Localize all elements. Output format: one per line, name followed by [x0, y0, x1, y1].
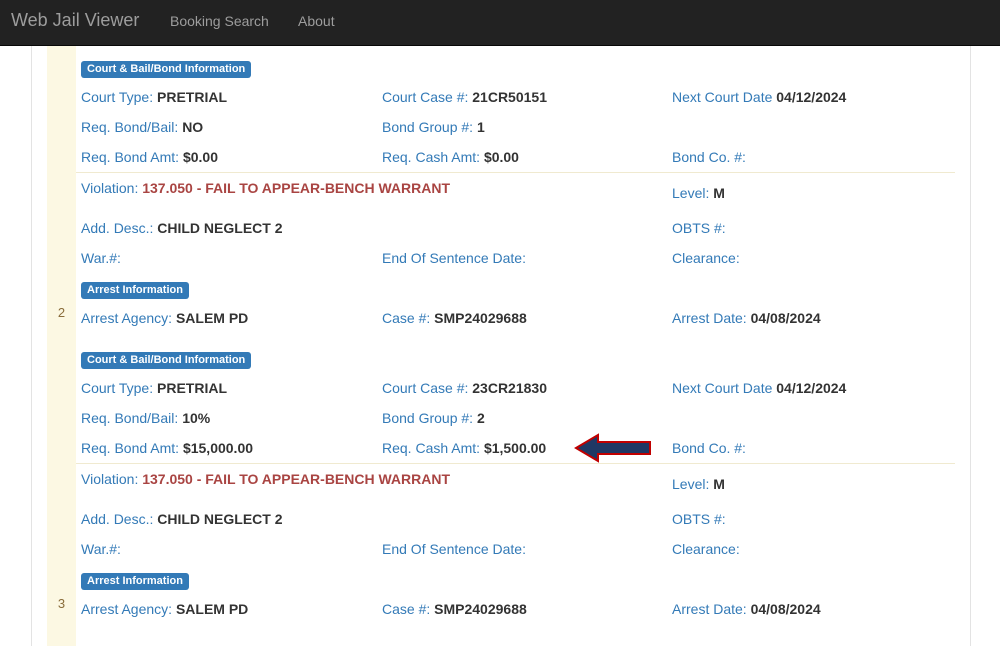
- court-info-badge: Court & Bail/Bond Information: [81, 352, 252, 369]
- level-field: Level: M: [672, 476, 725, 492]
- court-case-field: Court Case #: 21CR50151: [382, 89, 547, 105]
- charge-number: 2: [57, 305, 66, 320]
- end-of-sentence-field: End Of Sentence Date:: [382, 541, 526, 557]
- obts-field: OBTS #:: [672, 220, 726, 236]
- arrest-info-badge: Arrest Information: [81, 282, 189, 299]
- court-type-field: Court Type: PRETRIAL: [81, 89, 228, 105]
- obts-field: OBTS #:: [672, 511, 726, 527]
- charge-number: 3: [57, 596, 66, 611]
- bond-group-field: Bond Group #: 2: [382, 410, 485, 426]
- clearance-field: Clearance:: [672, 250, 740, 266]
- end-of-sentence-field: End Of Sentence Date:: [382, 250, 526, 266]
- case-field: Case #: SMP24029688: [382, 601, 527, 617]
- next-court-date-field: Next Court Date 04/12/2024: [672, 89, 847, 105]
- violation-field: Violation: 137.050 - FAIL TO APPEAR-BENC…: [81, 471, 451, 487]
- nav-booking-search[interactable]: Booking Search: [170, 13, 269, 29]
- charge-number-column: [47, 46, 76, 646]
- req-cash-amt-field: Req. Cash Amt: $1,500.00: [382, 440, 547, 456]
- court-case-field: Court Case #: 23CR21830: [382, 380, 547, 396]
- violation-field: Violation: 137.050 - FAIL TO APPEAR-BENC…: [81, 180, 451, 196]
- row-divider: [76, 172, 955, 173]
- annotation-arrow-icon: [574, 433, 651, 463]
- court-info-badge: Court & Bail/Bond Information: [81, 61, 252, 78]
- arrest-date-field: Arrest Date: 04/08/2024: [672, 601, 821, 617]
- nav-about[interactable]: About: [298, 13, 335, 29]
- next-court-date-field: Next Court Date 04/12/2024: [672, 380, 847, 396]
- row-divider: [76, 463, 955, 464]
- req-bond-amt-field: Req. Bond Amt: $0.00: [81, 149, 218, 165]
- bond-group-field: Bond Group #: 1: [382, 119, 485, 135]
- bond-co-field: Bond Co. #:: [672, 440, 746, 456]
- req-bond-amt-field: Req. Bond Amt: $15,000.00: [81, 440, 254, 456]
- arrest-agency-field: Arrest Agency: SALEM PD: [81, 601, 249, 617]
- arrest-date-field: Arrest Date: 04/08/2024: [672, 310, 821, 326]
- clearance-field: Clearance:: [672, 541, 740, 557]
- level-field: Level: M: [672, 185, 725, 201]
- req-bond-bail-field: Req. Bond/Bail: 10%: [81, 410, 211, 426]
- req-bond-bail-field: Req. Bond/Bail: NO: [81, 119, 204, 135]
- add-desc-field: Add. Desc.: CHILD NEGLECT 2: [81, 220, 283, 236]
- war-field: War.#:: [81, 250, 121, 266]
- brand-link[interactable]: Web Jail Viewer: [11, 10, 139, 31]
- case-field: Case #: SMP24029688: [382, 310, 527, 326]
- bond-co-field: Bond Co. #:: [672, 149, 746, 165]
- arrest-info-badge: Arrest Information: [81, 573, 189, 590]
- war-field: War.#:: [81, 541, 121, 557]
- arrest-agency-field: Arrest Agency: SALEM PD: [81, 310, 249, 326]
- court-type-field: Court Type: PRETRIAL: [81, 380, 228, 396]
- add-desc-field: Add. Desc.: CHILD NEGLECT 2: [81, 511, 283, 527]
- req-cash-amt-field: Req. Cash Amt: $0.00: [382, 149, 519, 165]
- navbar: Web Jail Viewer Booking Search About: [0, 0, 1000, 46]
